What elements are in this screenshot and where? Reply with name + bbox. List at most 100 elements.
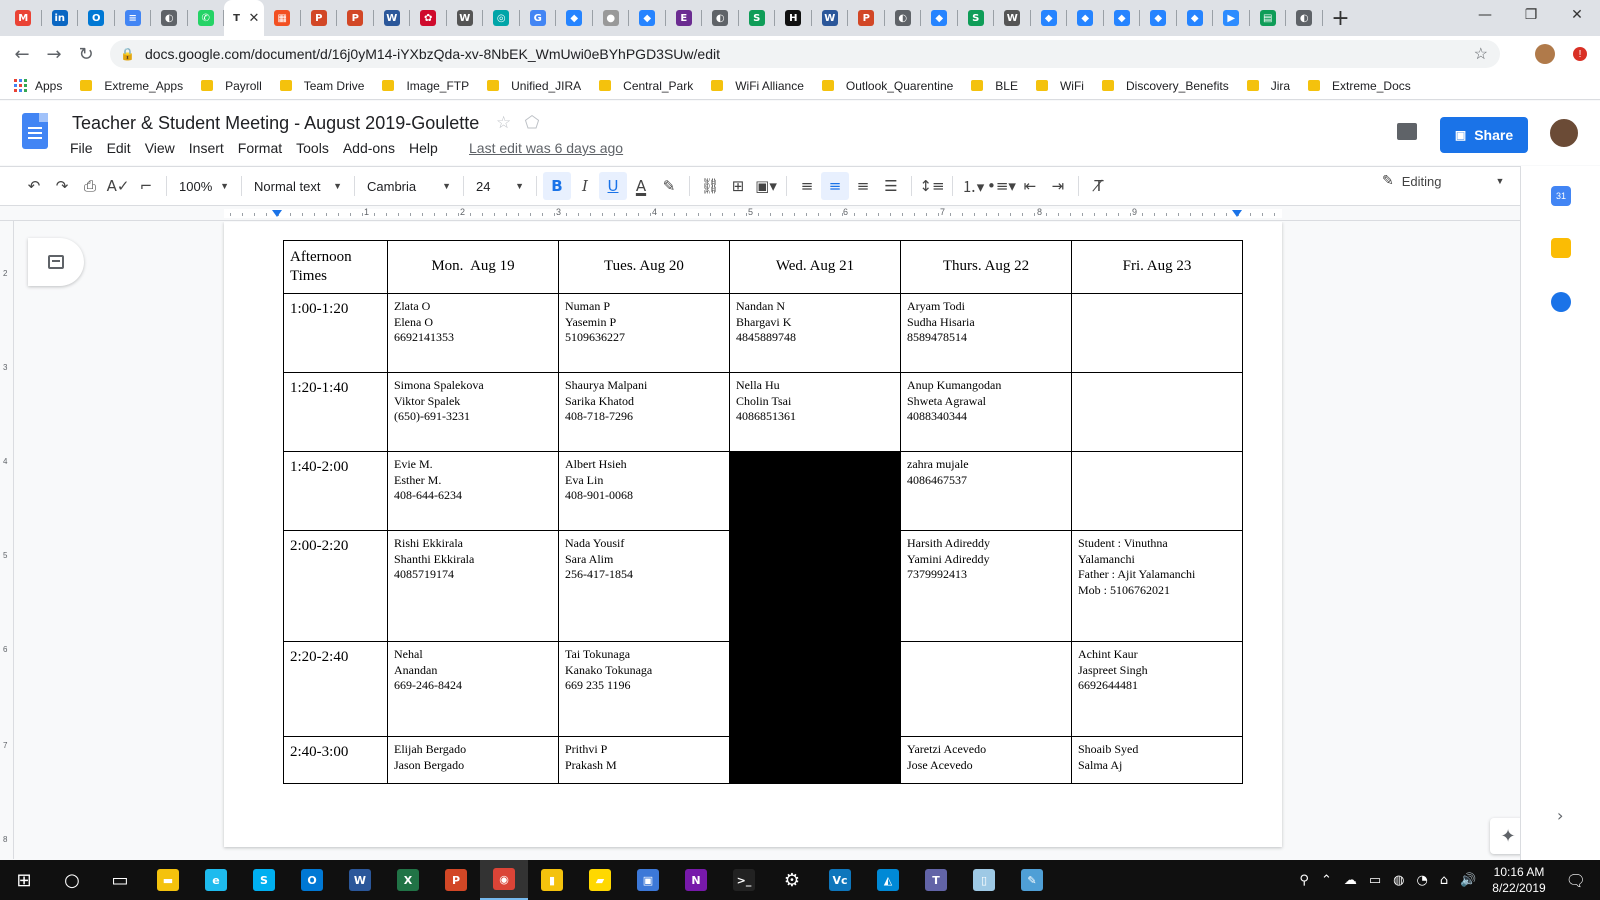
taskbar-app[interactable]: ○ (48, 860, 96, 900)
horizontal-ruler[interactable]: 1 2 3 4 5 6 7 8 9 (0, 206, 1520, 221)
browser-tab[interactable]: ◆ (1067, 0, 1104, 36)
taskbar-app[interactable]: ◭ (864, 860, 912, 900)
italic-icon[interactable]: I (571, 172, 599, 200)
clear-formatting-icon[interactable]: T̸ (1085, 172, 1113, 200)
bookmark-folder[interactable]: BLE (971, 79, 1018, 93)
tray-app-icon[interactable]: ◍ (1393, 873, 1404, 888)
menu-addons[interactable]: Add-ons (343, 140, 395, 156)
taskbar-app[interactable]: O (288, 860, 336, 900)
browser-tab[interactable]: S (958, 0, 994, 36)
taskbar-app[interactable]: ▯ (960, 860, 1008, 900)
blocked-cell[interactable] (729, 641, 901, 737)
browser-tab[interactable]: ◐ (1286, 0, 1323, 36)
document-title[interactable]: Teacher & Student Meeting - August 2019-… (72, 113, 479, 134)
back-icon[interactable]: ← (6, 38, 38, 70)
close-window-icon[interactable]: ✕ (1554, 0, 1600, 30)
document-outline-button[interactable] (28, 238, 84, 286)
show-hidden-icons-icon[interactable]: ⌃ (1321, 873, 1332, 888)
bookmark-folder[interactable]: Extreme_Apps (80, 79, 183, 93)
time-slot-cell[interactable]: 2:20-2:40 (283, 641, 388, 737)
day-header-cell[interactable]: Thurs. Aug 22 (900, 240, 1072, 294)
indent-marker-icon[interactable] (272, 210, 282, 217)
account-avatar[interactable] (1548, 117, 1580, 149)
omnibox[interactable]: 🔒 docs.google.com/document/d/16j0yM14-iY… (110, 40, 1500, 68)
browser-tab[interactable]: H (775, 0, 812, 36)
taskbar-app[interactable]: X (384, 860, 432, 900)
day-header-cell[interactable]: Mon. Aug 19 (387, 240, 559, 294)
time-slot-cell[interactable]: 1:20-1:40 (283, 372, 388, 452)
appointment-cell[interactable] (1071, 451, 1243, 531)
browser-tab[interactable]: T ✕ (224, 0, 264, 36)
bookmark-apps[interactable]: Apps (14, 79, 62, 93)
insert-comment-icon[interactable]: ⊞ (724, 172, 752, 200)
volume-icon[interactable]: 🔊 (1460, 873, 1476, 888)
appointment-cell[interactable]: Aryam Todi Sudha Hisaria 8589478514 (900, 293, 1072, 373)
time-slot-cell[interactable]: 1:00-1:20 (283, 293, 388, 373)
taskbar-app[interactable]: ⚙ (768, 860, 816, 900)
text-color-icon[interactable]: A (627, 172, 655, 200)
browser-tab[interactable]: ◐ (885, 0, 921, 36)
spellcheck-icon[interactable]: A✓ (104, 172, 132, 200)
appointment-cell[interactable]: Albert Hsieh Eva Lin 408-901-0068 (558, 451, 730, 531)
menu-tools[interactable]: Tools (296, 140, 329, 156)
taskbar-app[interactable]: ◉ (480, 860, 528, 900)
paint-format-icon[interactable]: ⌐ (132, 172, 160, 200)
taskbar-app[interactable]: >_ (720, 860, 768, 900)
bookmark-folder[interactable]: Team Drive (279, 79, 364, 93)
network-tray-icon[interactable]: ⌂ (1440, 873, 1448, 888)
bookmark-star-icon[interactable]: ☆ (1474, 44, 1488, 64)
explore-icon[interactable]: ✦ (1490, 818, 1520, 854)
appointment-cell[interactable]: Achint Kaur Jaspreet Singh 6692644481 (1071, 641, 1243, 737)
browser-tab[interactable]: ▦ (264, 0, 301, 36)
comments-icon[interactable] (1397, 123, 1417, 140)
clock[interactable]: 10:16 AM 8/22/2019 (1492, 864, 1545, 896)
restore-icon[interactable]: ❐ (1508, 0, 1554, 30)
indent-marker-icon[interactable] (1232, 210, 1242, 217)
browser-tab[interactable]: ◐ (702, 0, 739, 36)
align-right-icon[interactable]: ≡ (849, 172, 877, 200)
taskbar-app[interactable]: ▭ (96, 860, 144, 900)
time-slot-cell[interactable]: 2:00-2:20 (283, 530, 388, 642)
browser-tab[interactable]: ◆ (921, 0, 958, 36)
browser-tab[interactable]: ◆ (1031, 0, 1067, 36)
appointment-cell[interactable]: Prithvi P Prakash M (558, 736, 730, 784)
appointment-cell[interactable] (900, 641, 1072, 737)
browser-tab[interactable]: ✿ (410, 0, 447, 36)
browser-tab[interactable]: E (666, 0, 702, 36)
minimize-icon[interactable]: — (1462, 0, 1508, 30)
editing-mode-dropdown[interactable]: ✎ Editing ▼ ⌃ (1382, 173, 1537, 189)
bookmark-folder[interactable]: Jira (1246, 79, 1290, 93)
menu-insert[interactable]: Insert (189, 140, 224, 156)
appointment-cell[interactable] (1071, 372, 1243, 452)
browser-tab[interactable]: M (5, 0, 42, 36)
browser-tab[interactable]: ◐ (151, 0, 188, 36)
taskbar-app[interactable]: T (912, 860, 960, 900)
taskbar-app[interactable]: ✎ (1008, 860, 1056, 900)
bold-icon[interactable]: B (543, 172, 571, 200)
taskbar-app[interactable]: ⊞ (0, 860, 48, 900)
paragraph-style-dropdown[interactable]: Normal text ▼ (248, 172, 348, 200)
appointment-cell[interactable]: Anup Kumangodan Shweta Agrawal 408834034… (900, 372, 1072, 452)
battery-icon[interactable]: ▭ (1369, 873, 1381, 888)
highlight-icon[interactable]: ✎ (655, 172, 683, 200)
appointment-cell[interactable] (1071, 293, 1243, 373)
browser-tab[interactable]: in (42, 0, 78, 36)
browser-tab[interactable]: ≡ (115, 0, 151, 36)
browser-tab[interactable]: ◆ (1177, 0, 1213, 36)
keep-icon[interactable] (1551, 238, 1571, 258)
bookmark-folder[interactable]: Image_FTP (382, 79, 469, 93)
taskbar-app[interactable]: S (240, 860, 288, 900)
appointment-cell[interactable]: Harsith Adireddy Yamini Adireddy 7379992… (900, 530, 1072, 642)
expand-panel-icon[interactable]: › (1557, 806, 1563, 825)
close-tab-icon[interactable]: ✕ (249, 11, 260, 26)
browser-tab[interactable]: P (848, 0, 885, 36)
browser-tab[interactable]: P (337, 0, 374, 36)
taskbar-app[interactable]: ▣ (624, 860, 672, 900)
taskbar-app[interactable]: e (192, 860, 240, 900)
appointment-cell[interactable]: zahra mujale 4086467537 (900, 451, 1072, 531)
bookmark-folder[interactable]: Payroll (201, 79, 262, 93)
undo-icon[interactable]: ↶ (20, 172, 48, 200)
reload-icon[interactable]: ↻ (70, 38, 102, 70)
browser-tab[interactable]: S (739, 0, 775, 36)
menu-file[interactable]: File (70, 140, 93, 156)
